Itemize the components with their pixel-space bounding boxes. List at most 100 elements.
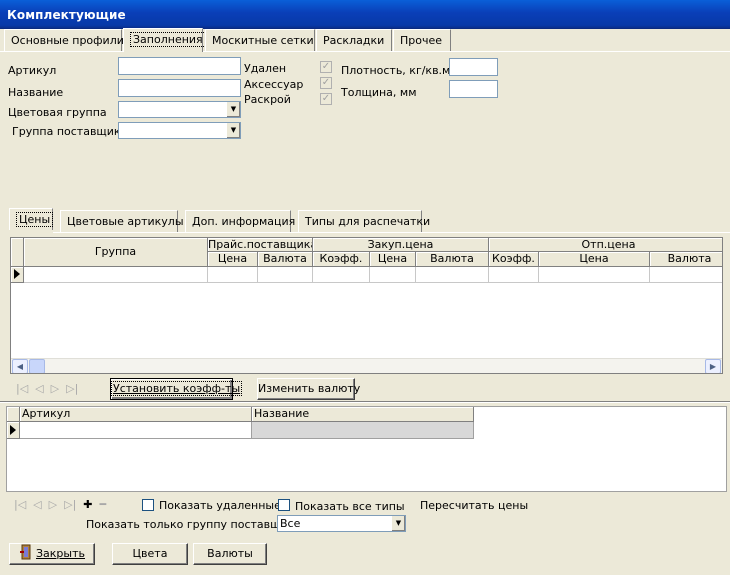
tab-layouts[interactable]: Раскладки	[316, 29, 392, 51]
supplier-price-header[interactable]: Прайс.поставщика	[208, 238, 313, 252]
density-label: Плотность, кг/кв.м.	[341, 64, 454, 77]
tab-fillings[interactable]: Заполнения	[123, 28, 206, 52]
group-header[interactable]: Группа	[24, 238, 208, 267]
table-row-indicator[interactable]	[7, 422, 20, 439]
last-record-icon[interactable]: ▷|	[66, 382, 78, 395]
tab-color-articles[interactable]: Цветовые артикулы	[60, 210, 184, 232]
scroll-right-icon[interactable]: ▶	[705, 359, 721, 373]
accessory-grid[interactable]: Артикул Название	[6, 406, 727, 492]
deleted-checkbox[interactable]: ✓	[320, 61, 332, 73]
supplier-group-select[interactable]: ▼	[118, 122, 241, 139]
chevron-down-icon[interactable]: ▼	[226, 123, 240, 138]
tab-extra-info[interactable]: Доп. информация	[185, 210, 295, 232]
tab-prices[interactable]: Цены	[9, 208, 54, 230]
thickness-input[interactable]	[449, 80, 498, 98]
name-label: Название	[8, 86, 64, 99]
top-tab-strip: Основные профили Заполнения Москитные се…	[0, 28, 730, 52]
thickness-label: Толщина, мм	[341, 86, 417, 99]
table-cell[interactable]	[24, 267, 208, 283]
tab-baseline-left	[0, 51, 123, 52]
tab-print-types[interactable]: Типы для распечатки	[298, 210, 430, 232]
color-group-select[interactable]: ▼	[118, 101, 241, 118]
door-exit-icon	[20, 544, 31, 560]
recalc-prices-link[interactable]: Пересчитать цены	[420, 499, 528, 512]
purchase-price-header[interactable]: Закуп.цена	[313, 238, 489, 252]
chevron-down-icon[interactable]: ▼	[226, 102, 240, 117]
close-button[interactable]: Закрыть	[9, 543, 95, 565]
delete-record-icon[interactable]: ━	[100, 498, 107, 511]
deleted-label: Удален	[244, 62, 287, 75]
name-input[interactable]	[118, 79, 241, 97]
supplier-price-col[interactable]: Цена	[208, 252, 258, 267]
show-all-types-label: Показать все типы	[295, 500, 405, 513]
prev-record-icon[interactable]: ◁	[33, 498, 41, 511]
colors-button[interactable]: Цвета	[112, 543, 188, 565]
sale-coef-col[interactable]: Коэфф.	[489, 252, 539, 267]
chevron-down-icon[interactable]: ▼	[391, 516, 405, 531]
table-cell[interactable]	[258, 267, 313, 283]
purchase-coef-col[interactable]: Коэфф.	[313, 252, 370, 267]
table-cell[interactable]	[252, 422, 474, 439]
current-row-icon	[14, 269, 20, 279]
table-cell[interactable]	[416, 267, 489, 283]
price-navigator: |◁ ◁ ▷ ▷|	[16, 382, 78, 395]
title-bar[interactable]: Комплектующие	[0, 0, 730, 29]
accessory-navigator: |◁ ◁ ▷ ▷| ✚ ━	[14, 498, 106, 511]
row-indicator-header	[7, 407, 20, 422]
tab-baseline-right	[203, 51, 730, 52]
price-grid-hscrollbar[interactable]: ◀ ▶	[11, 358, 722, 373]
window-title: Комплектующие	[7, 8, 126, 22]
show-all-types-checkbox[interactable]	[278, 499, 290, 511]
next-record-icon[interactable]: ▷	[51, 382, 59, 395]
accessory-label: Аксессуар	[244, 78, 304, 91]
scroll-thumb[interactable]	[29, 359, 45, 373]
row-indicator-header	[11, 238, 24, 267]
show-deleted-label: Показать удаленные	[159, 499, 281, 512]
table-cell[interactable]	[313, 267, 370, 283]
table-cell[interactable]	[489, 267, 539, 283]
sale-price-header[interactable]: Отп.цена	[489, 238, 722, 252]
supplier-currency-col[interactable]: Валюта	[258, 252, 313, 267]
price-grid[interactable]: Группа Прайс.поставщика Закуп.цена Отп.ц…	[10, 237, 723, 374]
splitter[interactable]	[0, 401, 730, 403]
set-coef-button[interactable]: Установить коэфф-ты	[110, 378, 243, 400]
color-group-label: Цветовая группа	[8, 106, 107, 119]
article-input[interactable]	[118, 57, 241, 75]
currencies-button[interactable]: Валюты	[193, 543, 267, 565]
article-label: Артикул	[8, 64, 57, 77]
supplier-only-select[interactable]: Все ▼	[277, 515, 406, 532]
table-cell[interactable]	[370, 267, 416, 283]
add-record-icon[interactable]: ✚	[83, 498, 92, 511]
current-row-icon	[10, 425, 16, 435]
supplier-only-value: Все	[280, 517, 301, 530]
sale-currency-col[interactable]: Валюта	[650, 252, 722, 267]
next-record-icon[interactable]: ▷	[49, 498, 57, 511]
table-cell[interactable]	[20, 422, 252, 439]
subtab-baseline	[53, 232, 730, 233]
change-currency-button[interactable]: Изменить валюту	[257, 378, 360, 400]
tab-other[interactable]: Прочее	[393, 29, 451, 51]
supplier-only-label: Показать только группу поставщика	[86, 518, 302, 531]
density-input[interactable]	[449, 58, 498, 76]
purchase-price-col[interactable]: Цена	[370, 252, 416, 267]
accessory-checkbox[interactable]: ✓	[320, 77, 332, 89]
table-cell[interactable]	[650, 267, 722, 283]
first-record-icon[interactable]: |◁	[14, 498, 26, 511]
tab-mosquito-nets[interactable]: Москитные сетки	[205, 29, 315, 51]
table-cell[interactable]	[539, 267, 650, 283]
table-row-indicator[interactable]	[11, 267, 24, 283]
cutting-label: Раскрой	[244, 93, 291, 106]
supplier-group-label: Группа поставщика	[12, 125, 128, 138]
scroll-left-icon[interactable]: ◀	[12, 359, 28, 373]
table-cell[interactable]	[208, 267, 258, 283]
name-col-header[interactable]: Название	[252, 407, 474, 422]
purchase-currency-col[interactable]: Валюта	[416, 252, 489, 267]
prev-record-icon[interactable]: ◁	[35, 382, 43, 395]
show-deleted-checkbox[interactable]	[142, 499, 154, 511]
cutting-checkbox[interactable]: ✓	[320, 93, 332, 105]
sale-price-col[interactable]: Цена	[539, 252, 650, 267]
tab-main-profiles[interactable]: Основные профили	[4, 29, 124, 51]
first-record-icon[interactable]: |◁	[16, 382, 28, 395]
last-record-icon[interactable]: ▷|	[64, 498, 76, 511]
article-col-header[interactable]: Артикул	[20, 407, 252, 422]
